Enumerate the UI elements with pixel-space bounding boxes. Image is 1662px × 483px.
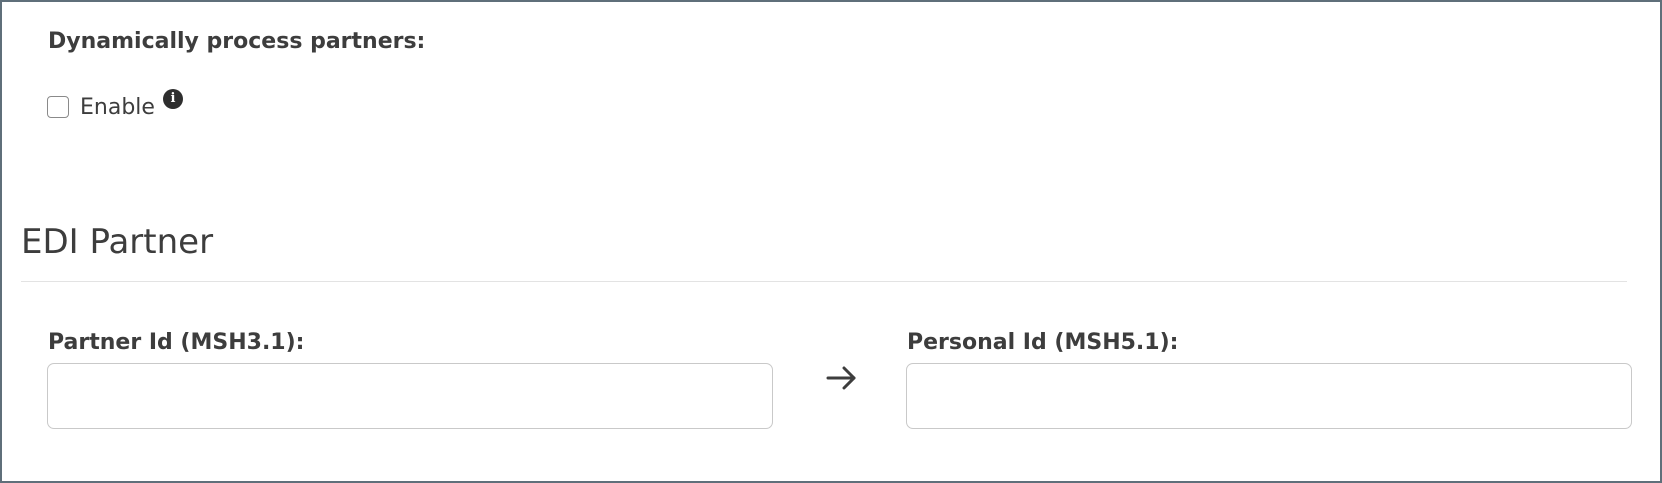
personal-id-input[interactable] <box>906 363 1632 429</box>
section-divider <box>21 281 1627 282</box>
enable-option: Enable i <box>47 89 183 121</box>
personal-id-label: Personal Id (MSH5.1): <box>907 330 1179 355</box>
arrow-right-icon <box>826 366 856 390</box>
dynamic-partners-heading: Dynamically process partners: <box>48 29 426 54</box>
partner-id-label: Partner Id (MSH3.1): <box>48 330 305 355</box>
enable-label[interactable]: Enable <box>80 95 155 120</box>
section-title-edi-partner: EDI Partner <box>21 222 214 262</box>
partner-id-input[interactable] <box>47 363 773 429</box>
info-circle-icon[interactable]: i <box>162 89 183 109</box>
enable-checkbox[interactable] <box>47 96 69 118</box>
partner-settings-panel: Dynamically process partners: Enable i E… <box>0 0 1662 483</box>
